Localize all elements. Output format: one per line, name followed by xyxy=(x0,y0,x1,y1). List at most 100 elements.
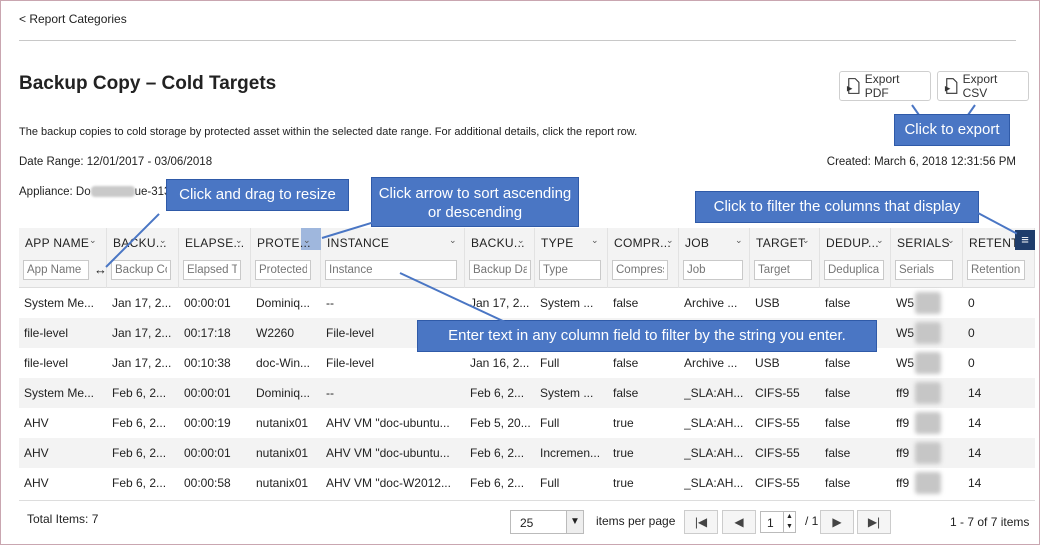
column-filter-input[interactable] xyxy=(612,260,668,280)
column-header-6[interactable]: TYPE ⌄ xyxy=(535,228,608,288)
sort-arrow-icon[interactable]: ⌄ xyxy=(876,235,884,246)
sort-arrow-icon[interactable]: ⌄ xyxy=(802,235,810,246)
first-page-button[interactable]: |◀ xyxy=(684,510,718,534)
sort-arrow-icon[interactable]: ⌄ xyxy=(449,235,457,246)
sort-arrow-icon[interactable]: ⌄ xyxy=(159,235,167,246)
column-filter-input[interactable] xyxy=(325,260,457,280)
table-cell: File-level xyxy=(326,326,375,340)
report-description: The backup copies to cold storage by pro… xyxy=(19,126,638,138)
table-row[interactable]: AHV Feb 6, 2... 00:00:01 nutanix01 AHV VM "d… xyxy=(19,438,1035,468)
table-cell: CIFS-55 xyxy=(755,386,800,400)
column-chooser-menu-icon[interactable]: ≡ xyxy=(1015,230,1035,250)
table-cell: AHV xyxy=(24,416,49,430)
table-cell: doc-Win... xyxy=(256,356,311,370)
table-cell: AHV VM "doc-ubuntu... xyxy=(326,446,450,460)
table-row[interactable]: System Me... Feb 6, 2... 00:00:01 Dominiq..… xyxy=(19,378,1035,408)
table-cell: Archive ... xyxy=(684,356,738,370)
sort-arrow-icon[interactable]: ⌄ xyxy=(947,235,955,246)
column-header-4[interactable]: INSTANCE ⌄ xyxy=(321,228,465,288)
table-cell: 14 xyxy=(968,446,982,460)
table-cell: W5 xyxy=(896,356,914,370)
sort-arrow-icon[interactable]: ⌄ xyxy=(517,235,525,246)
table-cell: _SLA:AH... xyxy=(684,416,744,430)
table-cell: System ... xyxy=(540,386,594,400)
last-page-button[interactable]: ▶| xyxy=(857,510,891,534)
column-header-11[interactable]: SERIALS ⌄ xyxy=(891,228,963,288)
table-cell: file-level xyxy=(24,356,69,370)
export-file-icon xyxy=(846,78,860,94)
table-row[interactable]: file-level Jan 17, 2... 00:10:38 doc-Win...… xyxy=(19,348,1035,378)
table-cell: Incremen... xyxy=(540,446,601,460)
table-cell: false xyxy=(825,476,851,490)
column-header-5[interactable]: BACKU... ⌄ xyxy=(465,228,535,288)
column-filter-input[interactable] xyxy=(539,260,601,280)
back-to-report-categories-link[interactable]: < Report Categories xyxy=(19,12,127,26)
total-items: Total Items: 7 xyxy=(27,512,99,526)
sort-arrow-icon[interactable]: ⌄ xyxy=(303,235,311,246)
export-pdf-label: Export PDF xyxy=(864,72,900,100)
sort-arrow-icon[interactable]: ⌄ xyxy=(235,235,243,246)
callout-filter-columns: Click to filter the columns that display xyxy=(695,191,979,223)
footer-divider xyxy=(19,500,1035,501)
column-filter-input[interactable] xyxy=(23,260,89,280)
table-cell: ff9 xyxy=(896,386,910,400)
table-cell: Feb 6, 2... xyxy=(112,446,167,460)
table-row[interactable]: System Me... Jan 17, 2... 00:00:01 Dominiq.… xyxy=(19,288,1035,318)
redacted-serial xyxy=(915,322,941,344)
column-header-2[interactable]: ELAPSE... ⌄ xyxy=(179,228,251,288)
sort-arrow-icon[interactable]: ⌄ xyxy=(666,235,674,246)
column-filter-input[interactable] xyxy=(111,260,171,280)
column-header-9[interactable]: TARGET ⌄ xyxy=(750,228,820,288)
table-cell: file-level xyxy=(24,326,69,340)
column-filter-input[interactable] xyxy=(967,260,1025,280)
table-cell: true xyxy=(613,416,634,430)
table-cell: CIFS-55 xyxy=(755,476,800,490)
table-cell: 14 xyxy=(968,416,982,430)
column-filter-input[interactable] xyxy=(469,260,531,280)
column-filter-input[interactable] xyxy=(895,260,953,280)
next-page-button[interactable]: ▶ xyxy=(820,510,854,534)
export-csv-button[interactable]: Export CSV xyxy=(937,71,1029,101)
table-cell: CIFS-55 xyxy=(755,416,800,430)
prev-page-icon: ◀ xyxy=(734,515,744,529)
column-header-3[interactable]: PROTE... ⌄ xyxy=(251,228,321,288)
sort-arrow-icon[interactable]: ⌄ xyxy=(89,235,97,246)
table-cell: -- xyxy=(326,386,334,400)
column-filter-input[interactable] xyxy=(754,260,812,280)
appliance-label: Appliance: Do ue-313 xyxy=(19,186,170,198)
column-filter-input[interactable] xyxy=(255,260,311,280)
items-range-info: 1 - 7 of 7 items xyxy=(950,515,1030,529)
table-row[interactable]: AHV Feb 6, 2... 00:00:19 nutanix01 AHV VM "d… xyxy=(19,408,1035,438)
prev-page-button[interactable]: ◀ xyxy=(722,510,756,534)
table-cell: 0 xyxy=(968,296,975,310)
column-header-1[interactable]: BACKU... ⌄ xyxy=(107,228,179,288)
chevron-down-icon[interactable]: ▼ xyxy=(566,511,583,533)
page-number-input[interactable]: 1 ▲ ▼ xyxy=(760,511,796,533)
export-pdf-button[interactable]: Export PDF xyxy=(839,71,931,101)
redacted-serial xyxy=(915,472,941,494)
table-cell: Archive ... xyxy=(684,296,738,310)
page-size-select[interactable]: 25 ▼ xyxy=(510,510,584,534)
table-cell: nutanix01 xyxy=(256,416,309,430)
date-range: Date Range: 12/01/2017 - 03/06/2018 xyxy=(19,156,213,168)
column-header-0[interactable]: APP NAME ⌄ xyxy=(19,228,107,288)
table-cell: true xyxy=(613,476,634,490)
column-header-7[interactable]: COMPR... ⌄ xyxy=(608,228,679,288)
column-header-10[interactable]: DEDUP... ⌄ xyxy=(820,228,891,288)
page-spinner-icon[interactable]: ▲ ▼ xyxy=(783,512,795,532)
sort-arrow-icon[interactable]: ⌄ xyxy=(735,235,743,246)
redacted-text xyxy=(90,186,135,198)
table-cell: 14 xyxy=(968,386,982,400)
table-row[interactable]: AHV Feb 6, 2... 00:00:58 nutanix01 AHV VM "d… xyxy=(19,468,1035,498)
column-filter-input[interactable] xyxy=(683,260,743,280)
table-cell: nutanix01 xyxy=(256,446,309,460)
column-filter-input[interactable] xyxy=(824,260,884,280)
table-cell: Jan 17, 2... xyxy=(112,296,172,310)
column-filter-input[interactable] xyxy=(183,260,241,280)
table-cell: 14 xyxy=(968,476,982,490)
column-title: APP NAME xyxy=(25,236,90,250)
sort-arrow-icon[interactable]: ⌄ xyxy=(591,235,599,246)
table-cell: false xyxy=(825,296,851,310)
column-header-8[interactable]: JOB ⌄ xyxy=(679,228,750,288)
export-file-icon xyxy=(944,78,958,94)
